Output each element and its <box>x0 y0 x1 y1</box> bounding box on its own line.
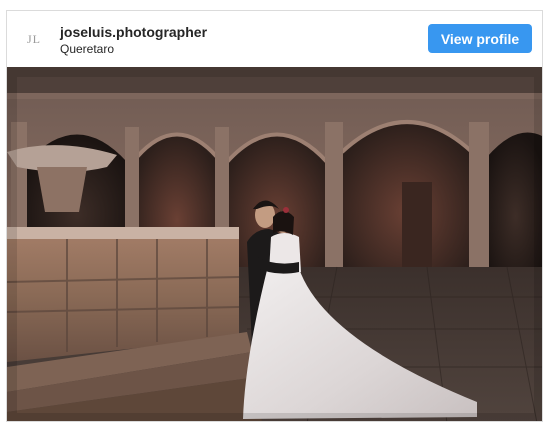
post-header: JL joseluis.photographer Queretaro View … <box>7 11 542 67</box>
post-photo[interactable] <box>7 67 543 422</box>
avatar[interactable]: JL <box>21 26 47 52</box>
instagram-embed-card: JL joseluis.photographer Queretaro View … <box>6 10 543 422</box>
location-link[interactable]: Queretaro <box>60 42 114 56</box>
view-profile-button[interactable]: View profile <box>428 24 532 53</box>
username-link[interactable]: joseluis.photographer <box>60 24 207 40</box>
